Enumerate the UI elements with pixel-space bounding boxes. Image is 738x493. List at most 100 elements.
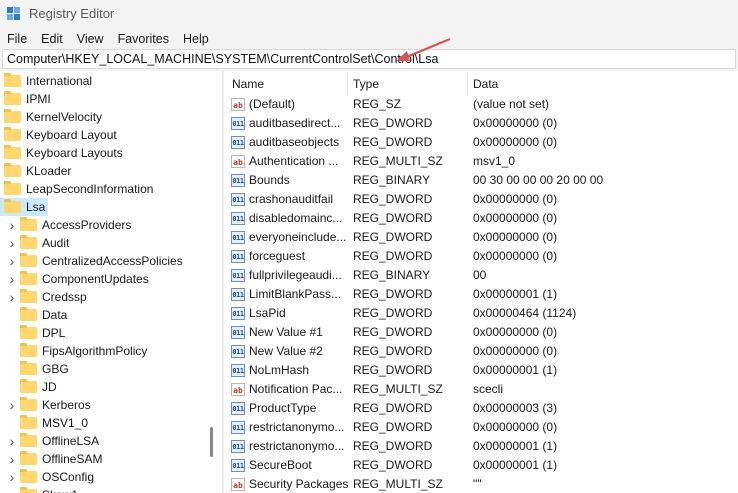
folder-icon — [4, 163, 21, 177]
tree-item-label: OSConfig — [42, 470, 95, 484]
value-data: (value not set) — [473, 97, 550, 111]
tree-item[interactable]: MSV1_0 — [0, 414, 210, 432]
value-name: New Value #2 — [249, 344, 323, 358]
tree-item[interactable]: Data — [0, 306, 210, 324]
string-value-icon: ab — [231, 98, 245, 111]
binary-value-icon: 011 — [231, 402, 245, 415]
address-bar[interactable]: Computer\HKEY_LOCAL_MACHINE\SYSTEM\Curre… — [2, 49, 736, 69]
tree-item[interactable]: International — [0, 72, 210, 90]
tree-item[interactable]: LeapSecondInformation — [0, 180, 210, 198]
tree-item[interactable]: FipsAlgorithmPolicy — [0, 342, 210, 360]
column-header-type[interactable]: Type — [353, 75, 379, 93]
value-name: Bounds — [249, 173, 290, 187]
tree-item[interactable]: › ComponentUpdates — [0, 270, 210, 288]
tree-item[interactable]: › Kerberos — [0, 396, 210, 414]
value-row[interactable]: 011 crashonauditfail REG_DWORD 0x00000000 (… — [224, 190, 738, 209]
tree-item[interactable]: DPL — [0, 324, 210, 342]
menu-favorites[interactable]: Favorites — [111, 29, 176, 49]
tree-item[interactable]: Skew1 — [0, 486, 210, 493]
value-row[interactable]: 011 everyoneinclude... REG_DWORD 0x00000000… — [224, 228, 738, 247]
value-row[interactable]: 011 LsaPid REG_DWORD 0x00000464 (1124) — [224, 304, 738, 323]
menu-help[interactable]: Help — [176, 29, 216, 49]
value-type: REG_DWORD — [353, 249, 433, 263]
folder-icon — [20, 217, 37, 231]
value-row[interactable]: ab (Default) REG_SZ (value not set) — [224, 95, 738, 114]
tree-item[interactable]: Keyboard Layouts — [0, 144, 210, 162]
values-pane[interactable]: Name Type Data ab (Default) REG_SZ (value n… — [224, 71, 738, 493]
binary-value-icon: 011 — [231, 136, 245, 149]
value-row[interactable]: 011 forceguest REG_DWORD 0x00000000 (0) — [224, 247, 738, 266]
binary-value-icon: 011 — [231, 117, 245, 130]
tree-item[interactable]: › Credssp — [0, 288, 210, 306]
chevron-right-icon[interactable]: › — [7, 468, 17, 486]
tree-item[interactable]: Keyboard Layout — [0, 126, 210, 144]
column-divider[interactable] — [347, 73, 348, 95]
value-row[interactable]: 011 fullprivilegeaudi... REG_BINARY 00 — [224, 266, 738, 285]
menu-file[interactable]: File — [0, 29, 34, 49]
value-row[interactable]: ab Authentication ... REG_MULTI_SZ msv1_0 — [224, 152, 738, 171]
tree-item[interactable]: KernelVelocity — [0, 108, 210, 126]
value-row[interactable]: 011 disabledomainc... REG_DWORD 0x00000000 … — [224, 209, 738, 228]
value-data: 0x00000000 (0) — [473, 211, 558, 225]
value-row[interactable]: 011 SecureBoot REG_DWORD 0x00000001 (1) — [224, 456, 738, 475]
chevron-right-icon[interactable]: › — [7, 252, 17, 270]
tree-item[interactable]: Lsa — [0, 198, 48, 216]
tree-scrollbar-thumb[interactable] — [210, 427, 213, 457]
value-row[interactable]: 011 restrictanonymo... REG_DWORD 0x00000000… — [224, 418, 738, 437]
value-name: SecureBoot — [249, 458, 312, 472]
column-header-data[interactable]: Data — [473, 75, 498, 93]
column-header-name[interactable]: Name — [232, 75, 264, 93]
tree-item[interactable]: › AccessProviders — [0, 216, 210, 234]
key-tree-pane[interactable]: International IPMI KernelVelocity Keyboard … — [0, 71, 223, 493]
tree-item[interactable]: GBG — [0, 360, 210, 378]
value-row[interactable]: ab Security Packages REG_MULTI_SZ "" — [224, 475, 738, 493]
value-data: 0x00000000 (0) — [473, 325, 558, 339]
chevron-right-icon[interactable]: › — [7, 270, 17, 288]
value-name: disabledomainc... — [249, 211, 343, 225]
value-data: 0x00000001 (1) — [473, 287, 558, 301]
folder-icon — [20, 307, 37, 321]
column-divider[interactable] — [467, 73, 468, 95]
value-row[interactable]: 011 ProductType REG_DWORD 0x00000003 (3) — [224, 399, 738, 418]
tree-item[interactable]: › CentralizedAccessPolicies — [0, 252, 210, 270]
tree-item[interactable]: › Audit — [0, 234, 210, 252]
folder-icon — [4, 181, 21, 195]
chevron-right-icon[interactable]: › — [7, 216, 17, 234]
value-row[interactable]: 011 LimitBlankPass... REG_DWORD 0x00000001 … — [224, 285, 738, 304]
value-row[interactable]: 011 Bounds REG_BINARY 00 30 00 00 00 20 00 … — [224, 171, 738, 190]
value-row[interactable]: 011 New Value #1 REG_DWORD 0x00000000 (0) — [224, 323, 738, 342]
value-name: NoLmHash — [249, 363, 310, 377]
folder-icon — [4, 91, 21, 105]
chevron-right-icon[interactable]: › — [7, 396, 17, 414]
tree-item[interactable]: › OfflineSAM — [0, 450, 210, 468]
value-type: REG_DWORD — [353, 192, 433, 206]
value-type: REG_DWORD — [353, 230, 433, 244]
tree-item[interactable]: IPMI — [0, 90, 210, 108]
tree-item-label: Lsa — [26, 200, 46, 214]
chevron-right-icon[interactable]: › — [7, 234, 17, 252]
value-row[interactable]: 011 NoLmHash REG_DWORD 0x00000001 (1) — [224, 361, 738, 380]
tree-item[interactable]: KLoader — [0, 162, 210, 180]
value-row[interactable]: ab Notification Pac... REG_MULTI_SZ scecli — [224, 380, 738, 399]
value-data: 0x00000000 (0) — [473, 135, 558, 149]
value-row[interactable]: 011 New Value #2 REG_DWORD 0x00000000 (0) — [224, 342, 738, 361]
menu-view[interactable]: View — [70, 29, 111, 49]
tree-item[interactable]: › OfflineLSA — [0, 432, 210, 450]
tree-item[interactable]: › OSConfig — [0, 468, 210, 486]
registry-editor-icon — [7, 7, 21, 21]
title-bar[interactable]: Registry Editor — [0, 0, 738, 28]
chevron-right-icon[interactable]: › — [7, 288, 17, 306]
folder-icon — [20, 469, 37, 483]
tree-item[interactable]: JD — [0, 378, 210, 396]
menu-edit[interactable]: Edit — [34, 29, 70, 49]
tree-item-label: OfflineLSA — [42, 434, 100, 448]
value-row[interactable]: 011 restrictanonymo... REG_DWORD 0x00000001… — [224, 437, 738, 456]
value-row[interactable]: 011 auditbasedirect... REG_DWORD 0x00000000… — [224, 114, 738, 133]
binary-value-icon: 011 — [231, 231, 245, 244]
tree-item-label: MSV1_0 — [42, 416, 89, 430]
chevron-right-icon[interactable]: › — [7, 450, 17, 468]
chevron-right-icon[interactable]: › — [7, 432, 17, 450]
tree-item-label: Credssp — [42, 290, 87, 304]
value-data: 0x00000000 (0) — [473, 420, 558, 434]
value-row[interactable]: 011 auditbaseobjects REG_DWORD 0x00000000 (… — [224, 133, 738, 152]
